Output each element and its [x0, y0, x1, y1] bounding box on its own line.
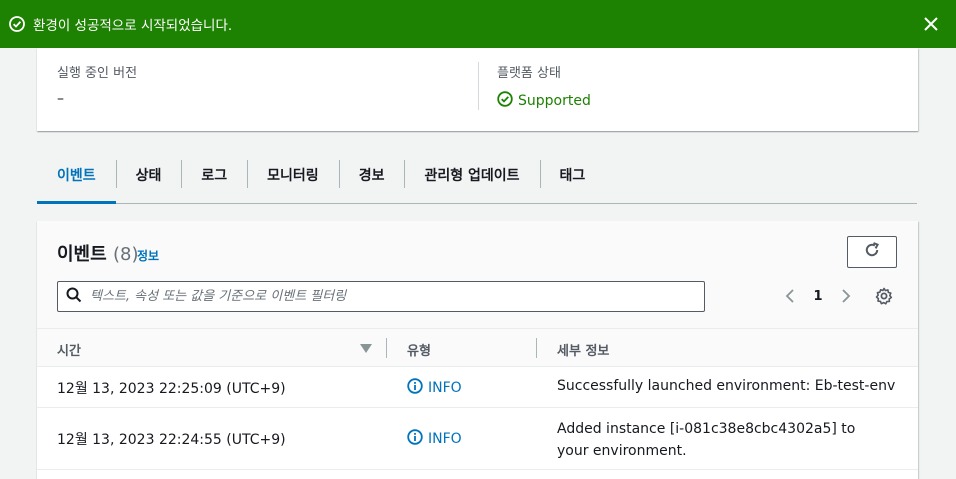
table-row: 12월 13, 2023 22:24:55 (UTC+9) INFO Added…: [37, 408, 918, 470]
events-table-header: 시간 유형 세부 정보: [37, 329, 918, 367]
event-time: 12월 13, 2023 22:24:55 (UTC+9): [57, 432, 286, 448]
column-header-time[interactable]: 시간: [57, 340, 81, 359]
gear-icon[interactable]: [875, 287, 893, 305]
info-icon: [407, 429, 423, 449]
success-flashbar: 환경이 성공적으로 시작되었습니다.: [0, 0, 956, 48]
column-header-details[interactable]: 세부 정보: [557, 340, 609, 359]
platform-status-text: Supported: [518, 93, 591, 109]
tab-events[interactable]: 이벤트: [37, 146, 116, 204]
check-circle-icon: [9, 16, 25, 32]
event-time: 12월 13, 2023 22:25:09 (UTC+9): [57, 381, 286, 397]
previous-page-icon[interactable]: [782, 287, 798, 305]
pagination: 1: [782, 287, 854, 305]
tab-health[interactable]: 상태: [115, 146, 182, 203]
close-icon[interactable]: [922, 15, 940, 33]
column-header-type[interactable]: 유형: [407, 340, 431, 359]
event-details: Successfully launched environment: Eb-te…: [557, 378, 896, 394]
column-resizer[interactable]: [386, 338, 387, 358]
event-details: Added instance [i-081c38e8cbc4302a5] to …: [557, 421, 856, 459]
table-row: 12월 13, 2023 22:25:09 (UTC+9) INFO Succe…: [37, 367, 918, 408]
events-search: [57, 281, 705, 312]
tab-monitoring[interactable]: 모니터링: [247, 146, 339, 203]
events-panel-header: 이벤트 (8) 정보 1: [37, 221, 918, 329]
events-title-text: 이벤트: [57, 244, 107, 265]
flash-message: 환경이 성공적으로 시작되었습니다.: [33, 18, 233, 34]
info-icon: [407, 378, 423, 398]
events-search-input[interactable]: [90, 289, 690, 304]
event-type-text: INFO: [428, 431, 462, 447]
tab-managed-updates[interactable]: 관리형 업데이트: [404, 146, 539, 203]
events-title: 이벤트 (8): [57, 240, 138, 266]
running-version-label: 실행 중인 버전: [57, 66, 138, 81]
info-link[interactable]: 정보: [137, 247, 159, 264]
refresh-button[interactable]: [847, 236, 897, 268]
event-type: INFO: [407, 378, 462, 398]
running-version-value: –: [57, 91, 64, 107]
event-type-text: INFO: [428, 380, 462, 396]
check-circle-icon: [497, 91, 513, 111]
refresh-icon: [863, 241, 881, 263]
events-panel: 이벤트 (8) 정보 1 시간: [37, 221, 918, 479]
sort-descending-icon[interactable]: [360, 343, 372, 353]
platform-status-label: 플랫폼 상태: [497, 66, 561, 81]
column-divider: [478, 62, 479, 110]
environment-tabs: 이벤트 상태 로그 모니터링 경보 관리형 업데이트 태그: [37, 146, 917, 204]
running-version: 실행 중인 버전 –: [57, 62, 477, 107]
current-page[interactable]: 1: [798, 289, 838, 304]
platform-status-value: Supported: [497, 91, 591, 111]
next-page-icon[interactable]: [838, 287, 854, 305]
column-resizer[interactable]: [536, 338, 537, 358]
platform-status: 플랫폼 상태 Supported: [497, 62, 591, 111]
events-count: (8): [112, 244, 139, 265]
tab-logs[interactable]: 로그: [181, 146, 247, 203]
environment-summary: 실행 중인 버전 – 플랫폼 상태 Supported: [37, 48, 918, 131]
tab-tags[interactable]: 태그: [539, 146, 606, 203]
search-icon: [66, 287, 82, 307]
event-type: INFO: [407, 429, 462, 449]
tab-alarms[interactable]: 경보: [338, 146, 405, 203]
